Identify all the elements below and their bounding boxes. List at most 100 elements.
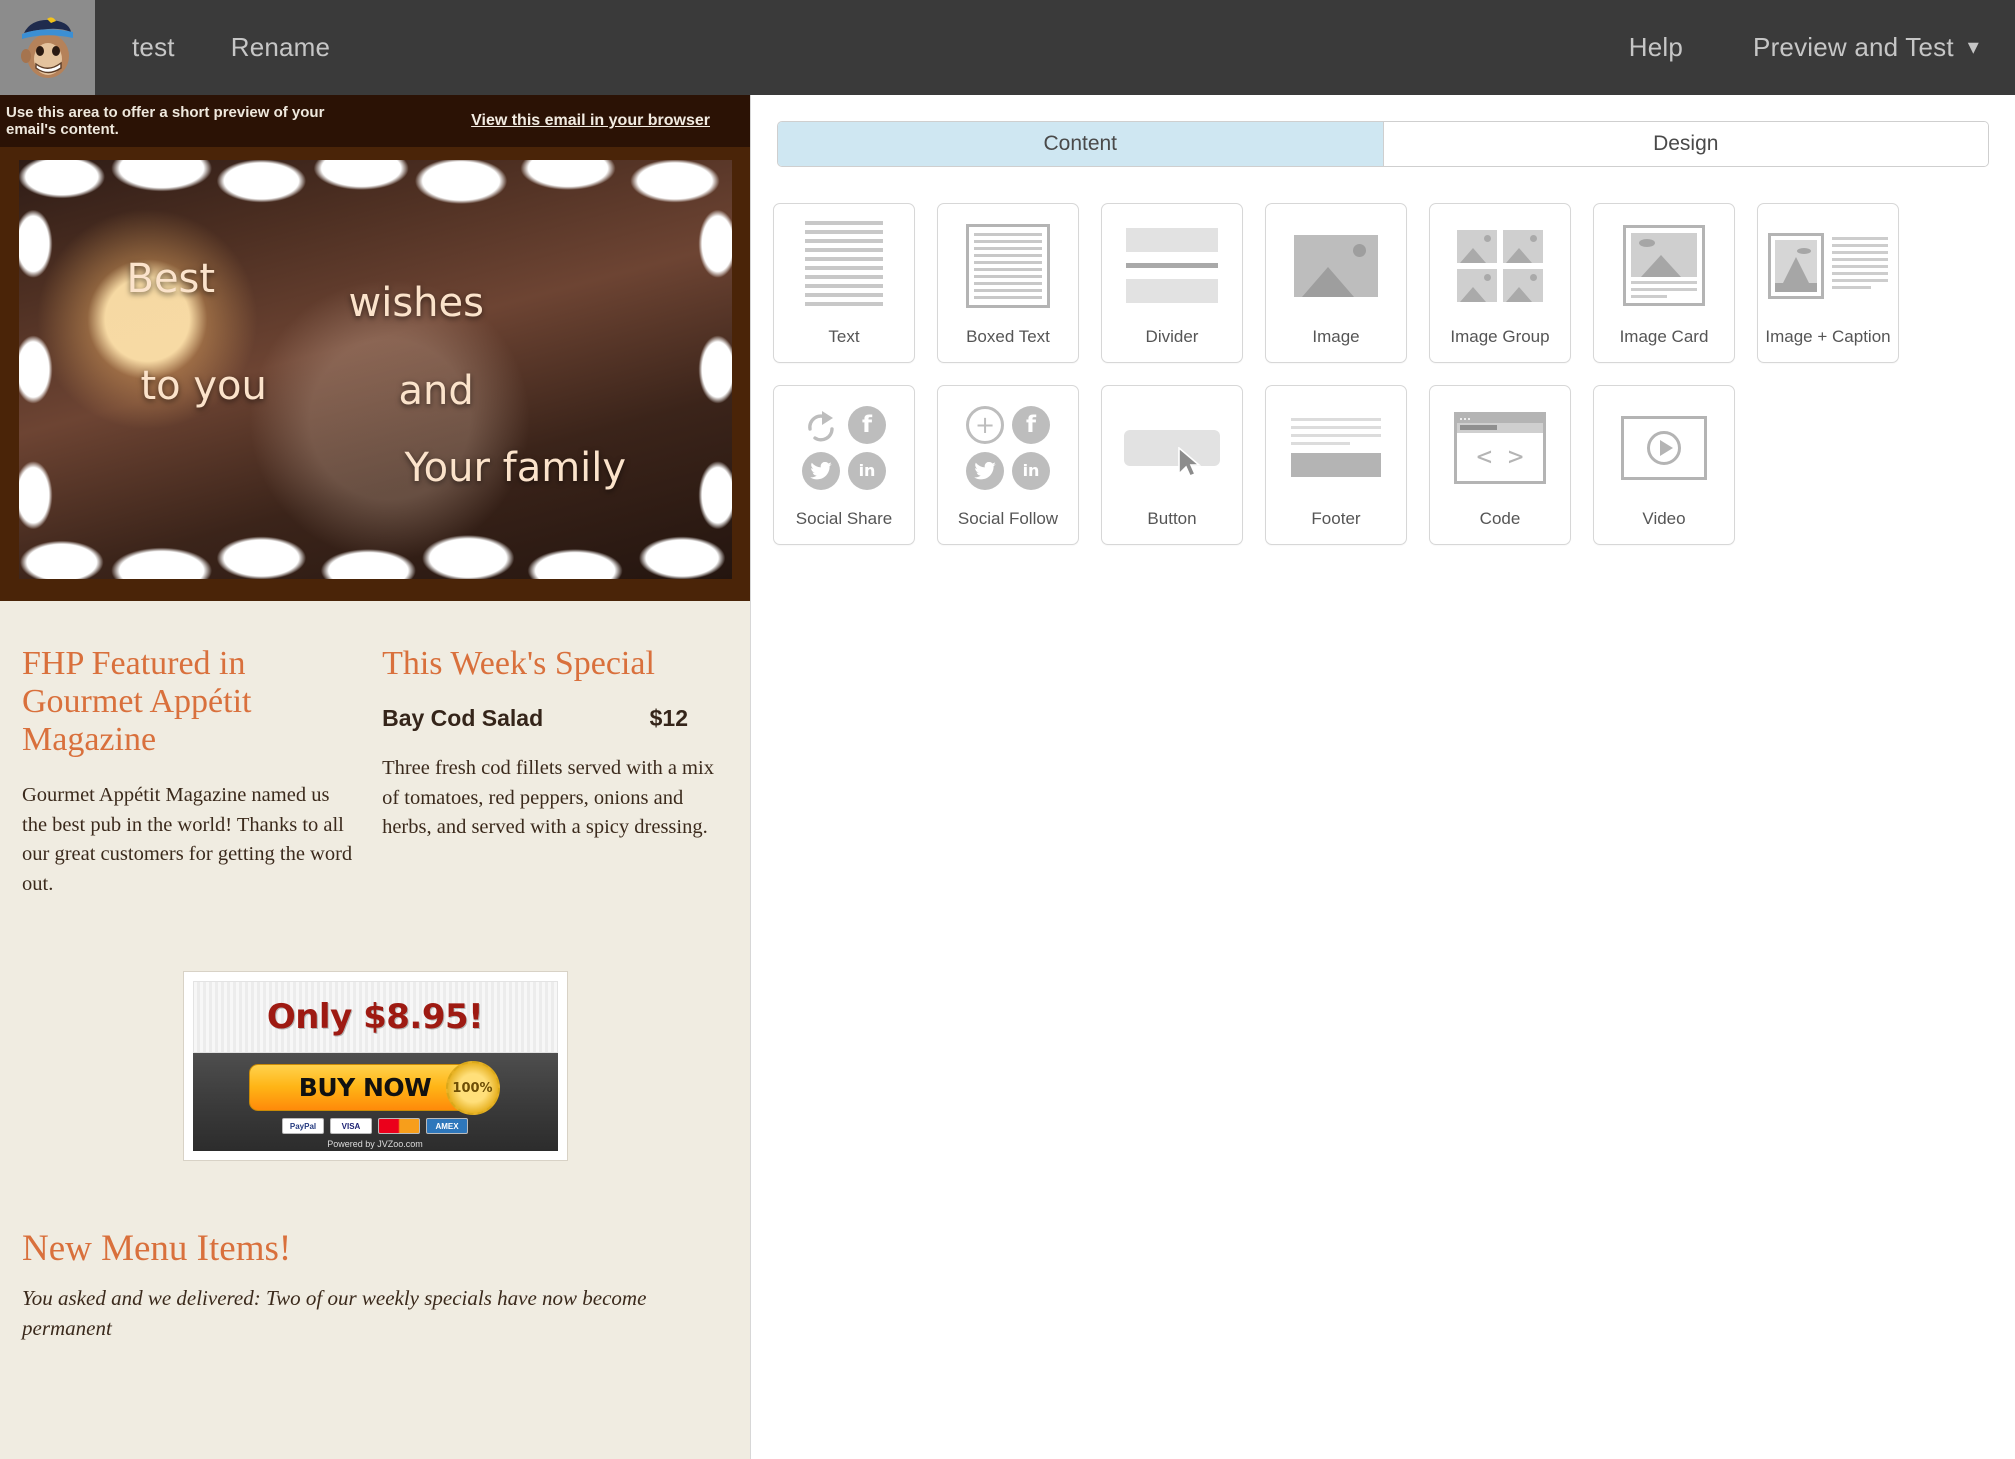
- divider-icon: [1102, 204, 1242, 327]
- paypal-icon: PayPal: [282, 1118, 324, 1135]
- footer-icon: [1266, 386, 1406, 509]
- preheader-text[interactable]: Use this area to offer a short preview o…: [6, 104, 355, 138]
- block-tile-video[interactable]: Video: [1593, 385, 1735, 545]
- image-card-icon: [1594, 204, 1734, 327]
- social-follow-icon: + f in: [938, 386, 1078, 509]
- hero-text-overlay: Best wishes to you and Your family: [19, 160, 732, 579]
- view-in-browser-link[interactable]: View this email in your browser: [471, 112, 710, 130]
- header-left-nav: test Rename: [132, 32, 386, 63]
- preheader-bar[interactable]: Use this area to offer a short preview o…: [0, 95, 750, 147]
- rename-button[interactable]: Rename: [231, 32, 330, 63]
- help-link[interactable]: Help: [1629, 32, 1683, 63]
- payment-card-row: PayPal VISA AMEX: [193, 1118, 558, 1135]
- facebook-icon: f: [1012, 405, 1050, 444]
- block-tile-code[interactable]: < > Code: [1429, 385, 1571, 545]
- block-tile-label: Button: [1147, 509, 1197, 528]
- visa-icon: VISA: [330, 1118, 372, 1135]
- email-preview-pane[interactable]: Use this area to offer a short preview o…: [0, 95, 750, 1459]
- image-caption-icon: [1758, 204, 1898, 327]
- block-tile-label: Social Follow: [957, 509, 1059, 528]
- guarantee-seal-icon: 100%: [445, 1061, 500, 1116]
- hero-word-4: and: [398, 368, 474, 414]
- mastercard-icon: [378, 1118, 420, 1135]
- hero-word-1: Best: [126, 256, 216, 302]
- right-column-heading: This Week's Special: [382, 645, 655, 682]
- block-tile-label: Video: [1642, 509, 1686, 528]
- button-icon: [1102, 386, 1242, 509]
- block-tile-label: Image + Caption: [1765, 327, 1891, 346]
- block-tile-image[interactable]: Image: [1265, 203, 1407, 363]
- twitter-icon: [966, 451, 1004, 490]
- hero-word-5: Your family: [404, 445, 627, 491]
- tab-content[interactable]: Content: [778, 122, 1383, 166]
- block-tile-label: Footer: [1311, 509, 1361, 528]
- block-tile-label: Boxed Text: [966, 327, 1050, 346]
- header-right-nav: Help Preview and Test ▾: [1559, 32, 2015, 63]
- block-tile-boxed-text[interactable]: Boxed Text: [937, 203, 1079, 363]
- video-icon: [1594, 386, 1734, 509]
- promo-banner-block[interactable]: Only $8.95! BUY NOW 100% PayPal VISA AME…: [0, 971, 750, 1162]
- amex-icon: AMEX: [426, 1118, 468, 1135]
- menu-section-body: You asked and we delivered: Two of our w…: [22, 1286, 647, 1340]
- special-item-row: Bay Cod Salad $12: [382, 705, 728, 732]
- hero-image[interactable]: Best wishes to you and Your family: [18, 160, 732, 579]
- image-group-icon: [1430, 204, 1570, 327]
- image-icon: [1266, 204, 1406, 327]
- social-share-icon: f in: [774, 386, 914, 509]
- hero-word-2: wishes: [348, 280, 484, 326]
- buy-now-banner[interactable]: Only $8.95! BUY NOW 100% PayPal VISA AME…: [182, 971, 568, 1162]
- linkedin-icon: in: [1012, 451, 1050, 490]
- preview-and-test-menu[interactable]: Preview and Test ▾: [1753, 32, 1979, 63]
- right-column-body: Three fresh cod fillets served with a mi…: [382, 757, 714, 839]
- block-tile-social-share[interactable]: f in Social Share: [773, 385, 915, 545]
- banner-price-strip: Only $8.95!: [192, 981, 558, 1054]
- banner-price-text: Only $8.95!: [266, 997, 484, 1038]
- tab-design[interactable]: Design: [1382, 122, 1988, 166]
- twitter-icon: [802, 451, 840, 490]
- app-header: test Rename Help Preview and Test ▾: [0, 0, 2015, 95]
- cursor-arrow-icon: [1178, 446, 1202, 477]
- block-tile-image-caption[interactable]: Image + Caption: [1757, 203, 1899, 363]
- two-column-block: FHP Featured in Gourmet Appétit Magazine…: [0, 601, 750, 899]
- menu-items-block[interactable]: New Menu Items! You asked and we deliver…: [0, 1227, 750, 1343]
- campaign-name[interactable]: test: [132, 32, 175, 63]
- left-column-body: Gourmet Appétit Magazine named us the be…: [22, 784, 353, 895]
- hero-word-3: to you: [140, 363, 267, 409]
- freddie-icon: [20, 16, 73, 78]
- special-item-name: Bay Cod Salad: [382, 705, 544, 732]
- text-lines-icon: [774, 204, 914, 327]
- left-column-heading: FHP Featured in Gourmet Appétit Magazine: [22, 645, 252, 759]
- block-tile-social-follow[interactable]: + f in Social Follow: [937, 385, 1079, 545]
- block-tile-label: Divider: [1145, 327, 1199, 346]
- linkedin-icon: in: [848, 451, 886, 490]
- powered-by-text: Powered by JVZoo.com: [327, 1139, 423, 1150]
- left-column[interactable]: FHP Featured in Gourmet Appétit Magazine…: [10, 645, 370, 899]
- block-tile-button[interactable]: Button: [1101, 385, 1243, 545]
- preview-and-test-label: Preview and Test: [1753, 32, 1954, 62]
- block-tile-label: Code: [1479, 509, 1521, 528]
- special-item-price: $12: [649, 705, 688, 732]
- chevron-down-icon: ▾: [1967, 34, 1979, 59]
- block-tile-label: Image Card: [1619, 327, 1709, 346]
- right-column[interactable]: This Week's Special Bay Cod Salad $12 Th…: [370, 645, 740, 899]
- banner-action-strip: BUY NOW 100% PayPal VISA AMEX Powered by…: [192, 1053, 558, 1152]
- facebook-icon: f: [848, 405, 886, 444]
- share-arrow-icon: [802, 406, 840, 444]
- block-tile-divider[interactable]: Divider: [1101, 203, 1243, 363]
- block-tile-label: Image: [1312, 327, 1360, 346]
- editor-sidebar: Content Design Text Boxed Text Divider I…: [750, 95, 2015, 1459]
- code-icon: < >: [1430, 386, 1570, 509]
- block-tile-label: Text: [828, 327, 860, 346]
- block-tile-footer[interactable]: Footer: [1265, 385, 1407, 545]
- editor-tab-bar: Content Design: [777, 121, 1989, 167]
- mailchimp-freddie-logo[interactable]: [0, 0, 95, 95]
- block-tile-text[interactable]: Text: [773, 203, 915, 363]
- boxed-text-icon: [938, 204, 1078, 327]
- block-tile-image-card[interactable]: Image Card: [1593, 203, 1735, 363]
- email-body: FHP Featured in Gourmet Appétit Magazine…: [0, 601, 750, 1459]
- block-tile-label: Image Group: [1450, 327, 1550, 346]
- hero-block[interactable]: Best wishes to you and Your family: [0, 147, 750, 601]
- block-tile-image-group[interactable]: Image Group: [1429, 203, 1571, 363]
- plus-circle-icon: +: [966, 405, 1004, 444]
- content-block-palette: Text Boxed Text Divider Image Image Grou…: [751, 167, 2015, 545]
